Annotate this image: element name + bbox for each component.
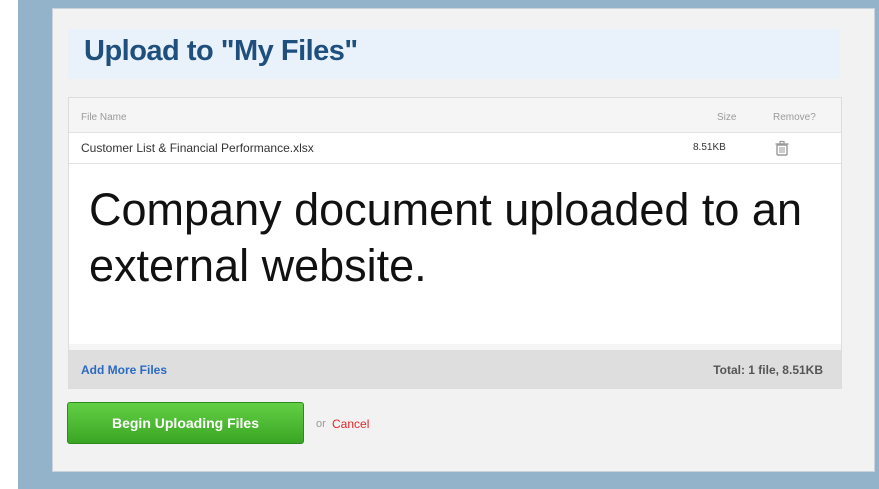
title-bar: Upload to "My Files"	[68, 29, 840, 79]
upload-dialog: Upload to "My Files" File Name Size Remo…	[52, 8, 875, 472]
file-row: Customer List & Financial Performance.xl…	[69, 132, 841, 164]
begin-uploading-button[interactable]: Begin Uploading Files	[67, 402, 304, 444]
column-header-size: Size	[717, 112, 737, 123]
file-size: 8.51KB	[693, 142, 726, 153]
window-frame: Upload to "My Files" File Name Size Remo…	[18, 0, 879, 489]
dialog-title: Upload to "My Files"	[84, 35, 358, 67]
file-list-area: Company document uploaded to an external…	[69, 164, 841, 344]
column-header-remove: Remove?	[773, 112, 816, 123]
total-summary: Total: 1 file, 8.51KB	[713, 363, 823, 377]
trash-icon[interactable]	[773, 139, 791, 157]
add-more-files-link[interactable]: Add More Files	[81, 363, 167, 377]
overlay-caption: Company document uploaded to an external…	[89, 184, 802, 291]
cancel-link[interactable]: Cancel	[332, 417, 369, 431]
file-panel: File Name Size Remove? Customer List & F…	[68, 97, 842, 389]
or-separator: or	[316, 418, 326, 430]
file-summary-bar: Add More Files Total: 1 file, 8.51KB	[69, 350, 841, 388]
file-name: Customer List & Financial Performance.xl…	[81, 141, 314, 155]
column-header-file-name: File Name	[81, 112, 127, 123]
